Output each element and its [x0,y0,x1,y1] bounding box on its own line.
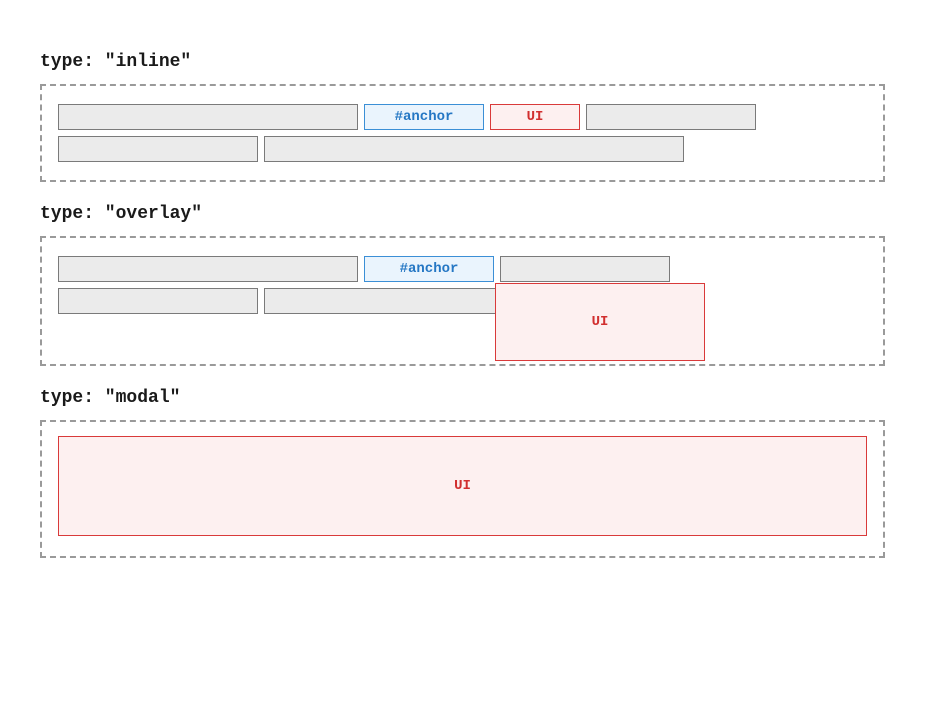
placeholder-box [58,136,258,162]
placeholder-box [264,136,684,162]
anchor-element: #anchor [364,256,494,282]
placeholder-box [58,256,358,282]
overlay-type-label: type: "overlay" [40,204,885,224]
overlay-container: #anchor UI [40,236,885,366]
modal-type-label: type: "modal" [40,388,885,408]
placeholder-box [58,104,358,130]
overlay-flow: #anchor [58,256,867,314]
modal-container: UI [40,420,885,558]
inline-flow: #anchor UI [58,104,867,162]
ui-element-overlay: UI [495,283,705,361]
placeholder-box [58,288,258,314]
ui-element-modal: UI [58,436,867,536]
inline-container: #anchor UI [40,84,885,182]
inline-type-label: type: "inline" [40,52,885,72]
placeholder-box [586,104,756,130]
anchor-element: #anchor [364,104,484,130]
ui-element-inline: UI [490,104,580,130]
placeholder-box [500,256,670,282]
overlay-relative-wrap: #anchor UI [58,256,867,314]
